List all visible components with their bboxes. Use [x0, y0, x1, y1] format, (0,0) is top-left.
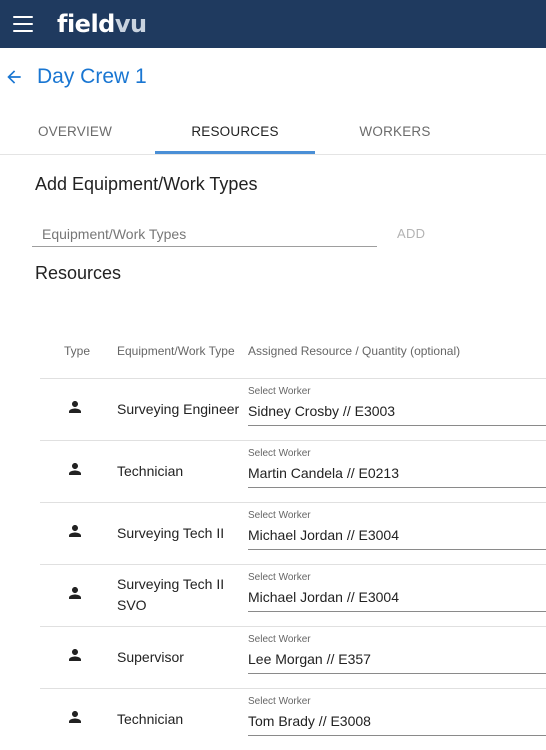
- select-worker-field[interactable]: Select Worker Tom Brady // E3008: [248, 696, 546, 736]
- arrow-back-icon[interactable]: [4, 67, 24, 87]
- person-icon: [69, 649, 81, 661]
- tab-overview[interactable]: OVERVIEW: [0, 108, 155, 154]
- app-bar: fieldvu: [0, 0, 546, 48]
- logo-primary-text: field: [57, 10, 115, 38]
- select-worker-caption: Select Worker: [248, 386, 311, 397]
- assigned-worker-value: Lee Morgan // E357: [248, 651, 371, 667]
- select-worker-field[interactable]: Select Worker Sidney Crosby // E3003: [248, 386, 546, 426]
- add-button[interactable]: ADD: [397, 226, 437, 244]
- column-header-equipment-type: Equipment/Work Type: [117, 344, 235, 358]
- equipment-type-label: Surveying Tech II SVO: [117, 576, 225, 613]
- equipment-work-types-input[interactable]: [32, 222, 377, 246]
- select-worker-field[interactable]: Select Worker Michael Jordan // E3004: [248, 510, 546, 550]
- assigned-worker-value: Sidney Crosby // E3003: [248, 403, 396, 419]
- equipment-type-label: Technician: [117, 711, 184, 727]
- assigned-worker-value: Tom Brady // E3008: [248, 713, 371, 729]
- select-worker-field[interactable]: Select Worker Martin Candela // E0213: [248, 448, 546, 488]
- equipment-type-label: Supervisor: [117, 649, 184, 665]
- active-tab-indicator: [155, 151, 315, 154]
- equipment-type-label: Surveying Tech II: [117, 525, 225, 541]
- select-worker-field[interactable]: Select Worker Michael Jordan // E3004: [248, 572, 546, 612]
- assigned-worker-value: Michael Jordan // E3004: [248, 589, 399, 605]
- page-header: Day Crew 1: [0, 56, 147, 98]
- assigned-worker-value: Michael Jordan // E3004: [248, 527, 399, 543]
- person-icon: [69, 401, 81, 413]
- resources-title: Resources: [35, 263, 122, 283]
- person-icon: [69, 525, 81, 537]
- person-icon: [69, 463, 81, 475]
- equipment-input-field: [32, 222, 377, 247]
- tab-workers[interactable]: WORKERS: [315, 108, 475, 154]
- equipment-type-label: Technician: [117, 463, 184, 479]
- add-equipment-title: Add Equipment/Work Types: [35, 174, 258, 194]
- assigned-worker-value: Martin Candela // E0213: [248, 465, 399, 481]
- hamburger-menu-icon[interactable]: [13, 16, 33, 32]
- table-row: Supervisor Select Worker Lee Morgan // E…: [40, 626, 546, 688]
- tab-resources[interactable]: RESOURCES: [155, 108, 315, 154]
- select-worker-caption: Select Worker: [248, 448, 311, 459]
- column-header-type: Type: [64, 344, 91, 358]
- equipment-type-label: Surveying Engineer: [117, 401, 240, 417]
- column-header-assigned-resource: Assigned Resource / Quantity (optional): [248, 344, 461, 358]
- page-title: Day Crew 1: [37, 65, 147, 88]
- table-row: Surveying Engineer Select Worker Sidney …: [40, 378, 546, 440]
- fieldvu-logo: fieldvu: [57, 10, 147, 38]
- person-icon: [69, 587, 81, 599]
- resources-table: Surveying Engineer Select Worker Sidney …: [40, 378, 546, 750]
- tab-bar: OVERVIEW RESOURCES WORKERS: [0, 108, 546, 155]
- select-worker-caption: Select Worker: [248, 696, 311, 707]
- logo-secondary-text: vu: [114, 10, 147, 38]
- select-worker-caption: Select Worker: [248, 572, 311, 583]
- table-row: Surveying Tech II Select Worker Michael …: [40, 502, 546, 564]
- person-icon: [69, 711, 81, 723]
- select-worker-caption: Select Worker: [248, 634, 311, 645]
- table-row: Technician Select Worker Tom Brady // E3…: [40, 688, 546, 750]
- table-row: Surveying Tech II SVO Select Worker Mich…: [40, 564, 546, 626]
- select-worker-field[interactable]: Select Worker Lee Morgan // E357: [248, 634, 546, 674]
- select-worker-caption: Select Worker: [248, 510, 311, 521]
- table-row: Technician Select Worker Martin Candela …: [40, 440, 546, 502]
